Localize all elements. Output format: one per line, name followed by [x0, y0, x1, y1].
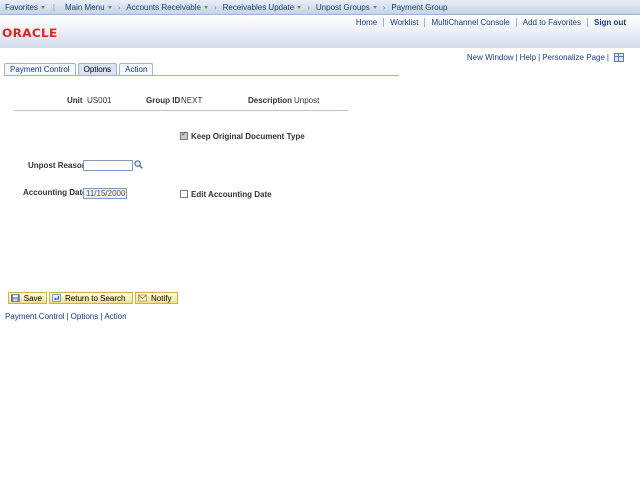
universal-nav: Home Worklist MultiChannel Console Add t… [350, 18, 632, 27]
save-disk-icon [11, 294, 20, 302]
description-value: Unpost [294, 96, 320, 105]
return-to-search-label: Return to Search [65, 293, 126, 303]
page-bar: New Window | Help | Personalize Page | [467, 53, 624, 62]
home-link[interactable]: Home [350, 18, 383, 27]
description-label: Description [248, 96, 293, 105]
link-separator: | [538, 53, 541, 62]
group-id-label: Group ID [146, 96, 181, 105]
worklist-link[interactable]: Worklist [384, 18, 424, 27]
breadcrumb-receivables-update[interactable]: Receivables Update [221, 3, 304, 12]
favorites-menu[interactable]: Favorites [3, 3, 47, 12]
help-link[interactable]: Help [520, 53, 536, 62]
keep-original-doc-type-label: Keep Original Document Type [191, 132, 305, 141]
link-separator: | [515, 53, 518, 62]
sign-out-link[interactable]: Sign out [588, 18, 632, 27]
main-menu-label: Main Menu [64, 2, 105, 12]
unit-value: US001 [87, 96, 112, 105]
link-separator: | [100, 312, 103, 321]
link-separator: | [606, 53, 609, 62]
new-window-link[interactable]: New Window [467, 53, 514, 62]
save-label: Save [23, 293, 42, 303]
breadcrumb-label: Unpost Groups [315, 2, 370, 12]
tab-options[interactable]: Options [77, 63, 118, 75]
personalize-page-link[interactable]: Personalize Page [542, 53, 605, 62]
main-menu[interactable]: Main Menu [63, 3, 114, 12]
return-to-search-button[interactable]: Return to Search [49, 292, 133, 304]
unit-label: Unit [67, 96, 83, 105]
notify-button[interactable]: Notify [135, 292, 178, 304]
oracle-logo: ORACLE [2, 26, 58, 40]
breadcrumb-unpost-groups[interactable]: Unpost Groups [314, 3, 379, 12]
tab-payment-control[interactable]: Payment Control [4, 63, 76, 75]
chevron-down-icon [297, 6, 302, 9]
accounting-date-label: Accounting Date [23, 188, 87, 197]
group-id-value: NEXT [181, 96, 203, 105]
chevron-down-icon [107, 6, 112, 9]
breadcrumb-chevron-icon: › [117, 2, 121, 12]
tab-label: Options [83, 65, 112, 74]
link-separator: | [66, 312, 69, 321]
favorites-label: Favorites [5, 2, 38, 12]
edit-accounting-date-label: Edit Accounting Date [191, 190, 272, 199]
notify-envelope-icon [138, 294, 147, 302]
footer-page-links: Payment Control | Options | Action [5, 312, 127, 321]
unpost-reason-label: Unpost Reason [28, 161, 87, 170]
breadcrumb-label: Receivables Update [222, 2, 295, 12]
breadcrumb-label: Accounts Receivable [126, 2, 201, 12]
unpost-reason-input[interactable] [83, 160, 133, 171]
return-arrow-icon [52, 294, 61, 302]
top-nav-bar: Favorites | Main Menu › Accounts Receiva… [0, 0, 640, 15]
footer-link-options[interactable]: Options [71, 312, 99, 321]
chevron-down-icon [40, 6, 45, 9]
multichannel-console-link[interactable]: MultiChannel Console [425, 18, 515, 27]
notify-label: Notify [151, 293, 172, 303]
breadcrumb-chevron-icon: › [213, 2, 217, 12]
save-button[interactable]: Save [8, 292, 47, 304]
key-fields: Unit US001 Group ID NEXT Description Unp… [14, 96, 348, 111]
breadcrumb-chevron-icon: › [307, 2, 310, 12]
breadcrumb-label: Payment Group [391, 2, 448, 12]
grid-view-icon[interactable] [614, 53, 624, 62]
footer-link-payment-control[interactable]: Payment Control [5, 312, 65, 321]
tab-label: Action [125, 65, 148, 74]
add-to-favorites-link[interactable]: Add to Favorites [517, 18, 587, 27]
footer-link-action[interactable]: Action [104, 312, 126, 321]
breadcrumb-accounts-receivable[interactable]: Accounts Receivable [124, 3, 210, 12]
edit-accounting-date-checkbox[interactable] [180, 190, 188, 198]
lookup-search-icon[interactable] [134, 160, 143, 169]
tab-action[interactable]: Action [119, 63, 154, 75]
tab-label: Payment Control [10, 65, 70, 74]
nav-divider: | [52, 2, 55, 12]
chevron-down-icon [372, 6, 377, 9]
keep-original-doc-type-checkbox[interactable] [180, 130, 188, 140]
accounting-date-field: 11/15/2000 [83, 188, 127, 199]
breadcrumb-payment-group[interactable]: Payment Group [389, 3, 449, 12]
chevron-down-icon [203, 6, 208, 9]
breadcrumb-chevron-icon: › [382, 2, 386, 12]
tab-divider [4, 75, 399, 76]
